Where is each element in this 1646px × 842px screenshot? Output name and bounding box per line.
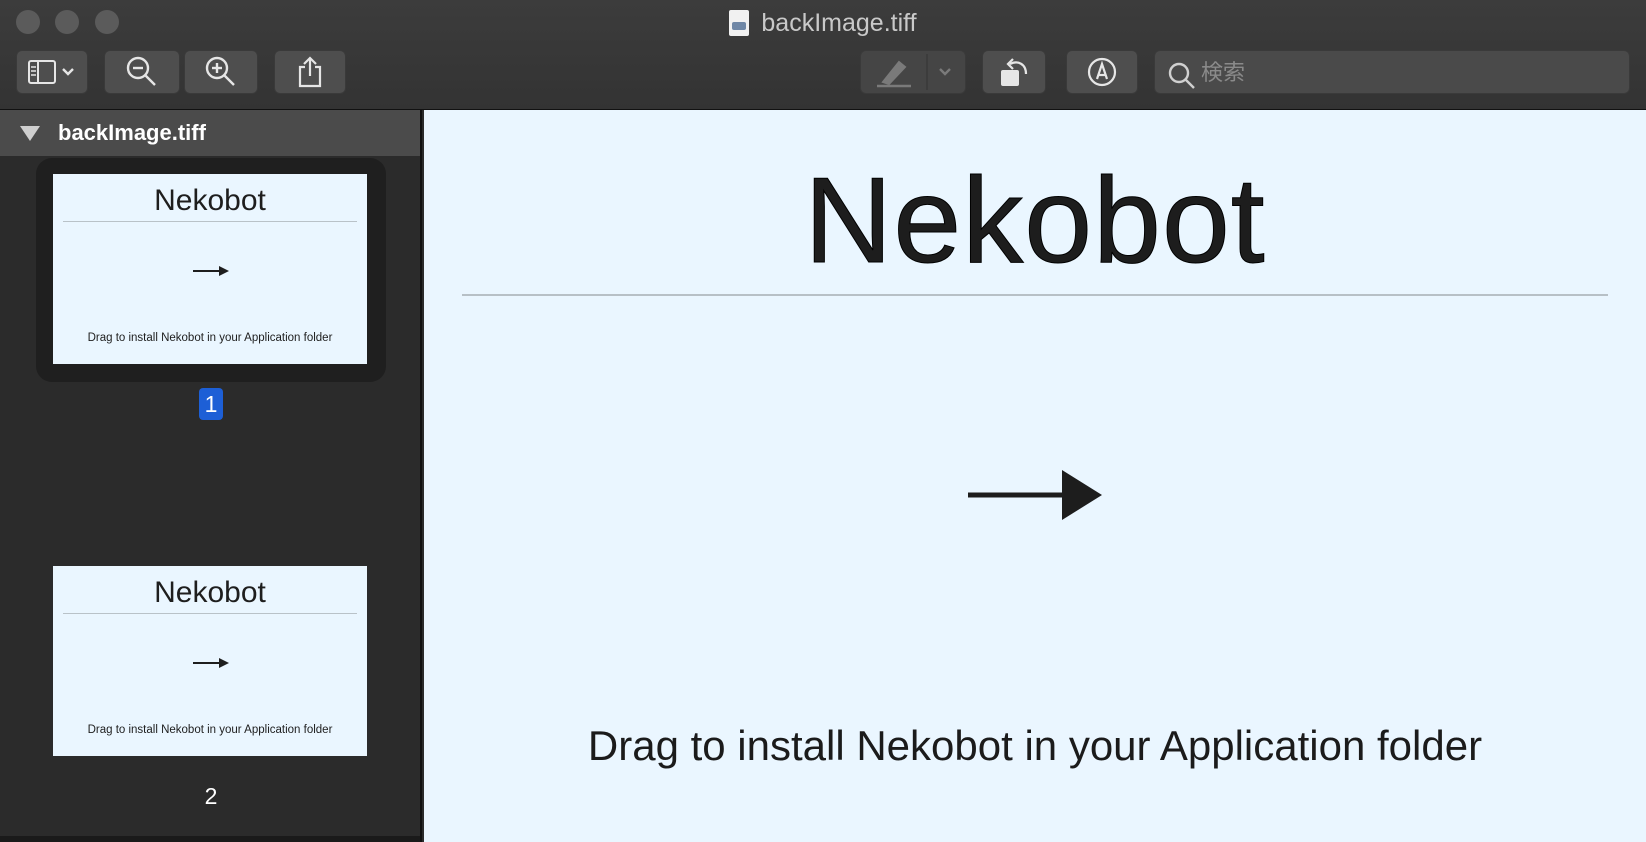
document-rule (462, 294, 1608, 296)
thumbnail-rule (63, 221, 357, 222)
highlight-button[interactable] (860, 50, 966, 94)
thumbnail-caption: Drag to install Nekobot in your Applicat… (87, 724, 333, 736)
search-input[interactable] (1201, 57, 1621, 89)
search-icon (1168, 62, 1195, 89)
window-title: backImage.tiff (0, 6, 1646, 40)
sidebar-file-header[interactable]: backImage.tiff (0, 110, 420, 156)
thumbnail-arrow-icon (193, 658, 229, 668)
sidebar-icon (28, 60, 74, 84)
zoom-in-icon (205, 56, 235, 86)
sidebar-file-name: backImage.tiff (58, 120, 206, 145)
zoom-out-icon (126, 56, 156, 86)
sidebar-bottom-edge (0, 836, 420, 842)
disclosure-triangle-icon[interactable] (20, 126, 40, 141)
thumbnail-title: Nekobot (154, 184, 266, 217)
document-title: Nekobot (804, 152, 1266, 289)
share-icon (298, 56, 322, 88)
thumbnail-arrow-icon (193, 266, 229, 276)
zoom-in-button[interactable] (184, 50, 258, 94)
window-title-text: backImage.tiff (761, 9, 917, 37)
page-number-1: 1 (199, 388, 223, 420)
thumbnail-rule (63, 613, 357, 614)
page-number-2: 2 (204, 783, 218, 809)
tiff-file-icon (729, 10, 750, 36)
arrow-right-icon (968, 470, 1102, 520)
markup-icon (1087, 57, 1117, 87)
thumbnail-caption: Drag to install Nekobot in your Applicat… (87, 332, 333, 344)
search-field[interactable] (1154, 50, 1630, 94)
preview-window: backImage.tiff 検索 backImage.tiff Nekobot… (0, 0, 1646, 842)
document-caption: Drag to install Nekobot in your Applicat… (587, 722, 1483, 769)
thumbnail-title: Nekobot (154, 576, 266, 609)
title-toolbar: backImage.tiff (0, 0, 1646, 110)
share-button[interactable] (274, 50, 346, 94)
rotate-button[interactable] (982, 50, 1046, 94)
markup-button[interactable] (1066, 50, 1138, 94)
page-thumbnail-2[interactable]: Nekobot Drag to install Nekobot in your … (53, 566, 367, 756)
document-view[interactable]: Nekobot Drag to install Nekobot in your … (424, 110, 1646, 842)
highlighter-icon (877, 54, 951, 90)
rotate-icon (1001, 58, 1028, 86)
sidebar-toggle-button[interactable] (16, 50, 88, 94)
zoom-out-button[interactable] (104, 50, 180, 94)
thumbnail-sidebar: backImage.tiff Nekobot Drag to install N… (0, 110, 422, 842)
page-thumbnail-1[interactable]: Nekobot Drag to install Nekobot in your … (53, 174, 367, 364)
